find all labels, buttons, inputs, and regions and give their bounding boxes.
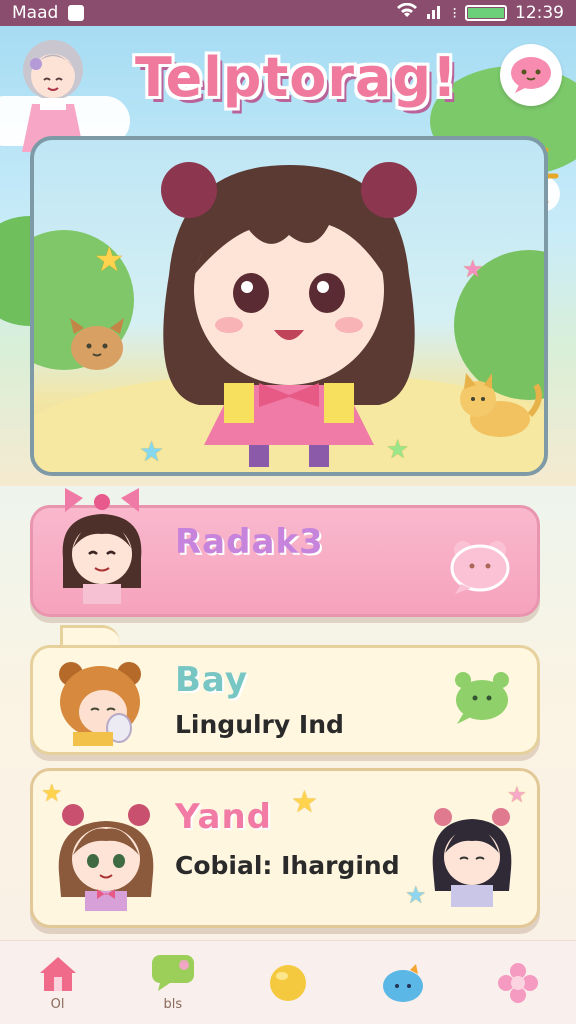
profile-card-bay[interactable]: Bay Lingulry Ind: [30, 645, 540, 755]
card-subtitle: Lingulry Ind: [175, 710, 344, 739]
girl-with-bow-avatar: [55, 488, 150, 612]
profile-card-yand[interactable]: Yand Cobial: Ihargind ★ ★ ★ ★: [30, 768, 540, 928]
blob-icon: [383, 963, 424, 1002]
flower-icon: [498, 962, 539, 1003]
cat-pet-icon[interactable]: [452, 365, 542, 449]
star-icon: ★: [291, 785, 318, 820]
home-icon: [39, 957, 76, 991]
profile-card-radak3[interactable]: Radak3: [30, 488, 540, 617]
wifi-icon: [396, 2, 418, 24]
card-title: Bay: [175, 660, 248, 700]
card-title: Radak3: [175, 522, 324, 562]
star-icon: ★: [139, 435, 165, 468]
card-subtitle: Cobial: Ihargind: [175, 851, 400, 880]
notification-icon: [68, 5, 85, 21]
app-title: Telptorag!: [135, 46, 458, 109]
star-icon: ★: [41, 779, 63, 807]
carrier-label: Maad: [12, 3, 59, 23]
star-icon: ★: [94, 240, 125, 280]
brunette-girl-avatar: [51, 793, 161, 915]
nav-orb[interactable]: [253, 943, 323, 1023]
card-title: Yand: [175, 797, 272, 837]
bottom-nav: Ol bls: [0, 940, 576, 1024]
battery-icon: [465, 5, 507, 21]
nav-blob[interactable]: [368, 943, 438, 1023]
green-blob-chat-icon[interactable]: [449, 668, 515, 732]
orb-icon: [269, 964, 306, 1001]
bear-girl-avatar: [55, 660, 145, 750]
star-icon: ★: [405, 881, 427, 909]
chat-bubble-icon: [151, 955, 194, 991]
nav-chat[interactable]: bls: [138, 943, 208, 1023]
star-icon: ★: [507, 783, 527, 808]
hero-banner: Telptorag! ★ ★ ★ ★: [0, 26, 576, 486]
signal-icon: [426, 3, 444, 24]
nav-flower[interactable]: [483, 943, 553, 1023]
bear-chat-icon[interactable]: [445, 536, 515, 600]
main-character-avatar[interactable]: [129, 145, 449, 472]
nav-label: Ol: [50, 997, 65, 1012]
clock: 12:39: [515, 3, 564, 23]
star-icon: ★: [462, 255, 484, 283]
nav-home[interactable]: Ol: [23, 943, 93, 1023]
dog-pet-icon[interactable]: [62, 310, 132, 384]
star-icon: ★: [386, 435, 410, 465]
vibrate-icon: ⁝: [452, 4, 457, 22]
nav-label: bls: [163, 997, 183, 1012]
status-bar: Maad ⁝ 12:39: [0, 0, 576, 26]
dark-hair-girl-avatar: [425, 799, 519, 913]
chat-button[interactable]: [500, 44, 562, 106]
pink-chat-icon: [511, 57, 551, 93]
character-stage[interactable]: ★ ★ ★ ★: [30, 136, 548, 476]
